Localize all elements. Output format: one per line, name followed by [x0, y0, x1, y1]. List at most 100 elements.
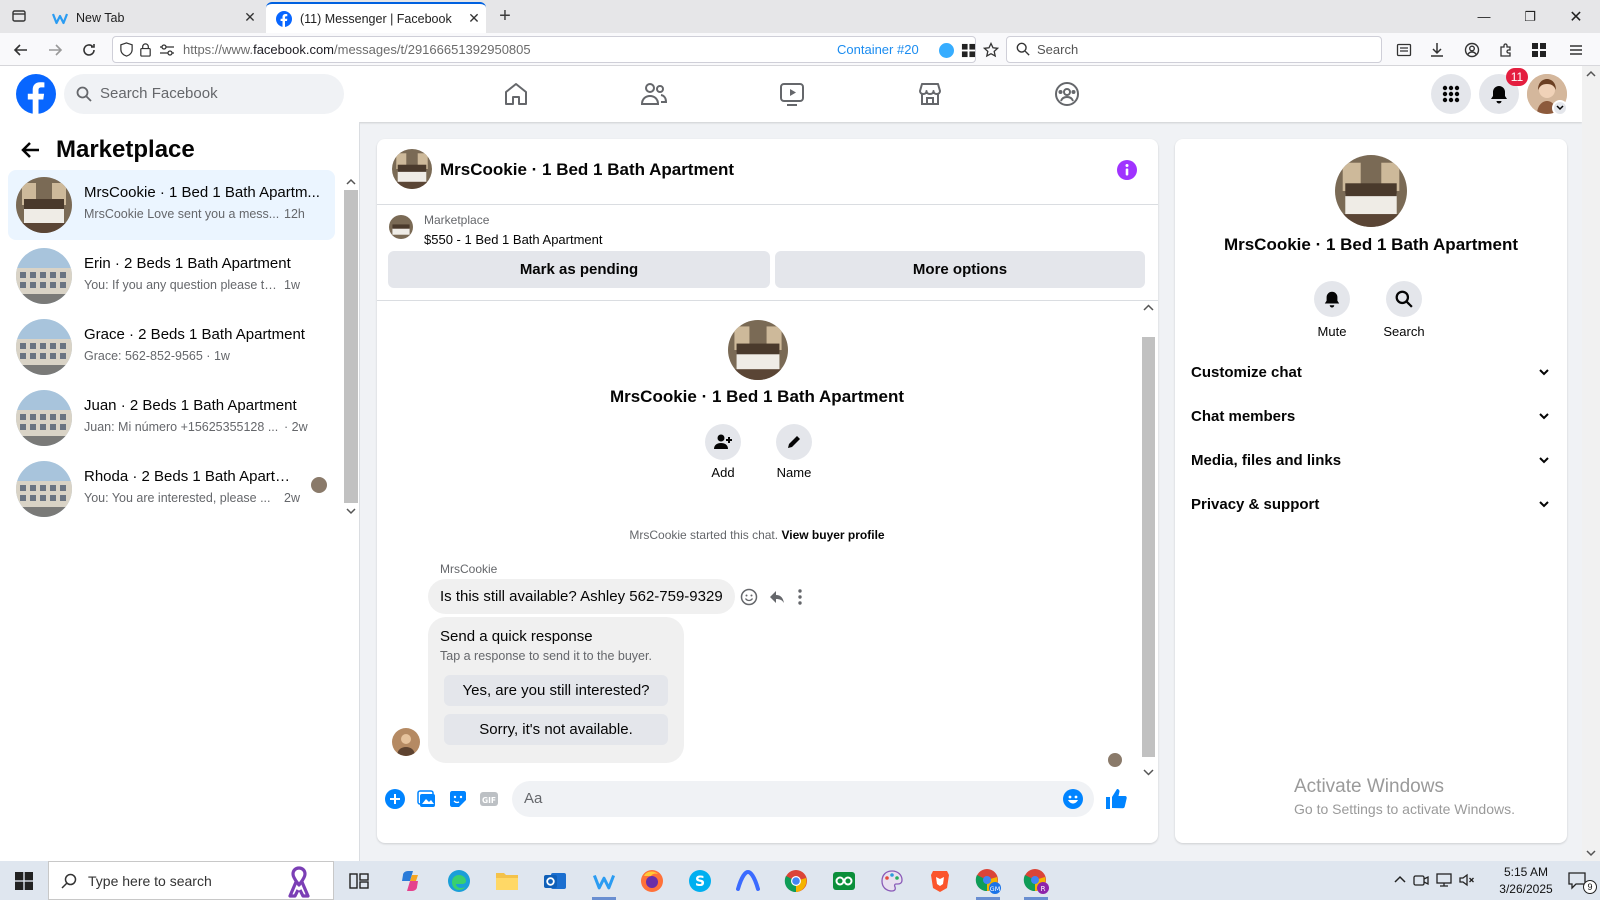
chat-title[interactable]: MrsCookie · 1 Bed 1 Bath Apartment — [440, 160, 734, 180]
reply-arrow-icon[interactable] — [768, 588, 786, 606]
task-view-icon[interactable] — [343, 865, 375, 897]
conversation-list-scrollbar[interactable] — [344, 174, 358, 519]
groups-icon[interactable] — [1047, 74, 1087, 114]
file-explorer-icon[interactable] — [491, 865, 523, 897]
tab-title: New Tab — [76, 10, 125, 25]
url-text: https://www.facebook.com/messages/t/2916… — [183, 42, 531, 57]
home-icon[interactable] — [496, 74, 536, 114]
minimize-icon[interactable]: — — [1461, 0, 1507, 33]
address-bar[interactable]: https://www.facebook.com/messages/t/2916… — [112, 36, 999, 63]
info-icon[interactable] — [1117, 160, 1137, 180]
edge-browser-icon[interactable] — [443, 865, 475, 897]
facebook-search-input[interactable]: Search Facebook — [64, 74, 344, 114]
menu-hamburger-icon[interactable] — [1565, 39, 1587, 61]
permissions-icon[interactable] — [159, 43, 175, 57]
info-avatar[interactable] — [1335, 155, 1407, 227]
edit-name-pencil-icon[interactable] — [776, 424, 812, 460]
back-icon[interactable] — [10, 39, 32, 61]
meet-now-camera-icon[interactable] — [1413, 872, 1429, 888]
firefox-icon[interactable] — [636, 865, 668, 897]
browser-search-box[interactable]: Search — [1006, 36, 1382, 63]
lock-icon[interactable] — [139, 42, 152, 57]
media-files-links-section[interactable]: Media, files and links — [1191, 441, 1551, 481]
bookmark-star-icon[interactable] — [983, 42, 999, 58]
marketplace-icon[interactable] — [910, 74, 950, 114]
conversation-item[interactable]: Rhoda · 2 Beds 1 Bath Apartm... You: You… — [8, 454, 335, 524]
browser-app-icon[interactable] — [588, 865, 620, 900]
quick-reply-button[interactable]: Sorry, it's not available. — [444, 714, 668, 745]
react-emoji-icon[interactable] — [740, 588, 758, 606]
close-tab-icon[interactable]: ✕ — [238, 9, 262, 26]
message-bubble[interactable]: Is this still available? Ashley 562-759-… — [428, 579, 735, 614]
green-app-icon[interactable] — [828, 865, 860, 897]
view-buyer-profile-link[interactable]: View buyer profile — [781, 528, 884, 542]
message-thread-scrollbar[interactable] — [1141, 301, 1156, 781]
add-label: Add — [711, 465, 735, 480]
back-arrow-icon[interactable] — [20, 139, 42, 161]
menu-grid-icon[interactable] — [1431, 74, 1471, 114]
reload-icon[interactable] — [78, 39, 100, 61]
windows-start-icon[interactable] — [8, 865, 40, 897]
outlook-icon[interactable] — [539, 865, 571, 897]
conversation-item[interactable]: Erin · 2 Beds 1 Bath Apartment You: If y… — [8, 241, 335, 311]
quick-reply-button[interactable]: Yes, are you still interested? — [444, 675, 668, 706]
shield-icon[interactable] — [119, 42, 134, 57]
mark-as-pending-button[interactable]: Mark as pending — [388, 251, 770, 288]
more-plus-icon[interactable] — [385, 789, 405, 809]
restore-icon[interactable]: ❐ — [1507, 0, 1553, 33]
conversation-item[interactable]: MrsCookie · 1 Bed 1 Bath Apartm... MrsCo… — [8, 170, 335, 240]
thumbs-up-like-icon[interactable] — [1104, 787, 1128, 811]
volume-muted-icon[interactable] — [1459, 872, 1475, 888]
sticker-icon[interactable] — [448, 789, 468, 809]
search-in-conversation-icon[interactable] — [1386, 281, 1422, 317]
privacy-support-section[interactable]: Privacy & support — [1191, 485, 1551, 525]
show-hidden-icons-chevron-icon[interactable] — [1393, 874, 1407, 884]
gif-icon[interactable]: GIF — [479, 789, 499, 809]
facebook-logo-icon[interactable] — [16, 74, 56, 114]
taskbar-search-box[interactable]: Type here to search — [48, 861, 334, 900]
tab-overview-icon[interactable] — [8, 5, 30, 27]
page-scrollbar[interactable] — [1582, 66, 1600, 861]
mute-bell-icon[interactable] — [1314, 281, 1350, 317]
more-actions-icon[interactable] — [797, 588, 803, 606]
emoji-smiley-icon[interactable] — [1063, 789, 1083, 809]
network-icon[interactable] — [1436, 872, 1452, 888]
reader-view-icon[interactable] — [1393, 39, 1415, 61]
watch-video-icon[interactable] — [772, 74, 812, 114]
copilot-app-icon[interactable] — [394, 865, 426, 897]
chat-members-section[interactable]: Chat members — [1191, 397, 1551, 437]
customize-chat-section[interactable]: Customize chat — [1191, 353, 1551, 393]
skype-icon[interactable]: S — [684, 865, 716, 897]
paint-app-icon[interactable] — [876, 865, 908, 897]
more-options-button[interactable]: More options — [775, 251, 1145, 288]
account-icon[interactable] — [1461, 39, 1483, 61]
taskbar-clock[interactable]: 5:15 AM 3/26/2025 — [1486, 864, 1566, 898]
chrome-icon[interactable] — [780, 865, 812, 897]
chrome-profile-r-icon[interactable]: R — [1020, 865, 1052, 900]
account-chevron-down-icon[interactable] — [1552, 100, 1568, 116]
forward-icon[interactable] — [44, 39, 66, 61]
conversation-snippet: Juan: Mi número +15625355128 ... — [84, 420, 279, 434]
chrome-profile-gm-icon[interactable]: GM — [972, 865, 1004, 900]
chat-avatar[interactable] — [392, 149, 432, 189]
brave-browser-icon[interactable] — [924, 865, 956, 897]
apps-grid-icon[interactable] — [1528, 39, 1550, 61]
tab-messenger[interactable]: (11) Messenger | Facebook ✕ — [266, 2, 486, 33]
extension-grid-icon[interactable] — [961, 43, 976, 58]
add-person-icon[interactable] — [705, 424, 741, 460]
close-tab-icon[interactable]: ✕ — [462, 10, 486, 27]
arc-app-icon[interactable] — [732, 865, 764, 897]
listing-price[interactable]: $550 - 1 Bed 1 Bath Apartment — [424, 232, 603, 247]
conversation-item[interactable]: Juan · 2 Beds 1 Bath Apartment Juan: Mi … — [8, 383, 335, 453]
thread-avatar[interactable] — [728, 320, 788, 380]
downloads-icon[interactable] — [1426, 39, 1448, 61]
new-tab-plus-icon[interactable]: + — [494, 5, 516, 27]
message-input[interactable]: Aa — [512, 781, 1094, 817]
sender-avatar[interactable] — [392, 728, 420, 756]
conversation-item[interactable]: Grace · 2 Beds 1 Bath Apartment Grace: 5… — [8, 312, 335, 382]
extensions-puzzle-icon[interactable] — [1495, 39, 1517, 61]
window-close-icon[interactable]: ✕ — [1553, 0, 1599, 33]
friends-icon[interactable] — [634, 74, 674, 114]
attach-photo-icon[interactable] — [417, 789, 437, 809]
tab-new-tab[interactable]: New Tab ✕ — [42, 2, 262, 33]
